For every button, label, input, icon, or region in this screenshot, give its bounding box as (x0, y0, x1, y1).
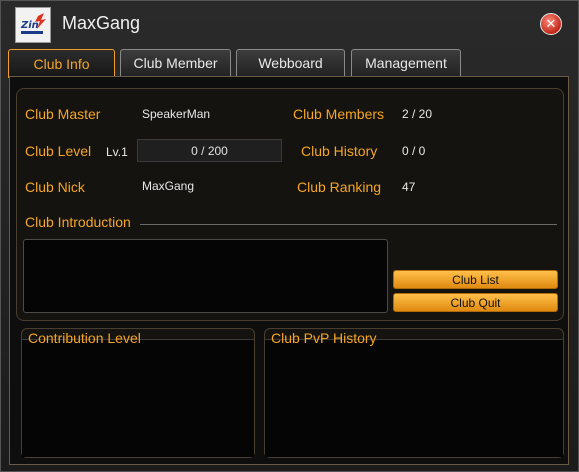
contribution-level-label: Contribution Level (28, 330, 141, 346)
contribution-level-list[interactable] (22, 339, 254, 457)
club-logo-icon: Zin (15, 7, 51, 43)
club-history-label: Club History (301, 143, 378, 159)
club-master-value: SpeakerMan (142, 107, 211, 121)
section-divider (140, 224, 557, 225)
club-introduction-box[interactable] (23, 239, 388, 313)
club-members-value: 2 / 20 (402, 107, 433, 121)
window-title: MaxGang (62, 13, 141, 33)
tab-club-info[interactable]: Club Info (8, 49, 115, 78)
club-pvp-history-list[interactable] (265, 339, 563, 457)
club-level-label: Club Level (25, 143, 92, 159)
club-nick-value: MaxGang (142, 179, 195, 193)
close-icon[interactable]: ✕ (540, 13, 562, 35)
club-members-label: Club Members (293, 106, 385, 122)
club-pvp-history-panel: Club PvP History (264, 328, 564, 458)
tab-management[interactable]: Management (351, 49, 461, 76)
club-master-label: Club Master (25, 106, 101, 122)
club-level-value: Lv.1 (106, 145, 128, 159)
club-nick-label: Club Nick (25, 179, 85, 195)
club-ranking-value: 47 (402, 180, 416, 194)
club-introduction-label: Club Introduction (25, 214, 131, 230)
title-bar[interactable]: Zin MaxGang ✕ (1, 1, 579, 49)
club-list-button[interactable]: Club List (393, 270, 558, 289)
club-quit-button[interactable]: Club Quit (393, 293, 558, 312)
tab-webboard[interactable]: Webboard (236, 49, 345, 76)
club-history-value: 0 / 0 (402, 144, 426, 158)
club-level-progress: 0 / 200 (137, 139, 282, 162)
club-window: Zin MaxGang ✕ Club Info Club Member Webb… (0, 0, 579, 472)
contribution-level-panel: Contribution Level (21, 328, 255, 458)
tab-club-member[interactable]: Club Member (120, 49, 231, 76)
club-ranking-label: Club Ranking (297, 179, 382, 195)
club-pvp-history-label: Club PvP History (271, 330, 377, 346)
